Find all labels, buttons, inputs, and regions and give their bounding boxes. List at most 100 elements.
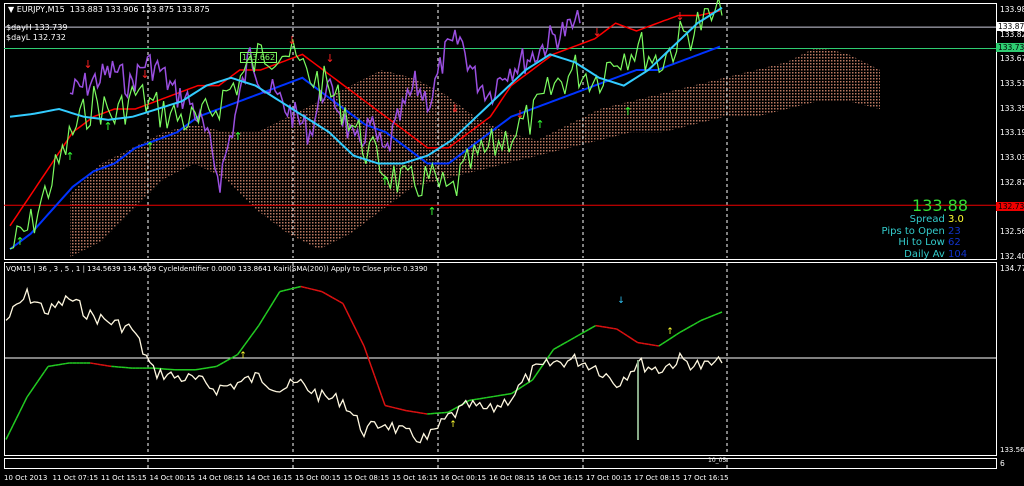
signal-segment	[500, 393, 505, 397]
signal-segment	[219, 361, 224, 366]
buy-arrow-icon: ↑	[65, 150, 74, 163]
signal-segment	[493, 395, 498, 398]
signal-segment	[209, 366, 214, 369]
signal-segment	[272, 296, 277, 304]
hilo-label: Hi to Low	[898, 237, 945, 248]
signal-segment	[511, 390, 516, 395]
signal-segment	[504, 393, 509, 396]
price-axis-label: 133.350	[1000, 103, 1024, 113]
signal-segment	[577, 332, 582, 337]
signal-segment	[15, 410, 21, 419]
signal-segment	[423, 412, 428, 415]
signal-segment	[714, 312, 719, 316]
signal-segment	[65, 362, 70, 365]
time-axis-label: 17 Oct 16:15	[683, 474, 729, 482]
signal-segment	[265, 308, 270, 315]
signal-segment	[279, 290, 284, 293]
signal-segment	[476, 397, 480, 401]
signal-segment	[300, 285, 305, 289]
signal-segment	[490, 395, 494, 398]
signal-segment	[366, 355, 372, 367]
time-axis-label: 10 Oct 2013	[4, 474, 48, 482]
signal-segment	[244, 339, 249, 346]
signal-segment	[588, 326, 593, 331]
symbol: EURJPY,M15	[16, 5, 65, 14]
signal-segment	[602, 325, 607, 329]
signal-segment	[560, 342, 565, 347]
signal-segment	[479, 397, 484, 400]
signal-segment	[307, 287, 312, 290]
signal-segment	[683, 327, 688, 332]
signal-segment	[328, 294, 333, 299]
signal-segment	[5, 432, 11, 440]
signal-segment	[556, 344, 561, 349]
pips-value: 23	[948, 226, 961, 237]
sell-arrow-icon: ↓	[83, 58, 92, 71]
signal-segment	[595, 324, 600, 327]
mini-pane-label: 10_05	[708, 457, 727, 464]
time-axis-label: 16 Oct 08:15	[489, 474, 535, 482]
signal-segment	[531, 374, 537, 381]
signal-segment	[283, 289, 287, 292]
signal-segment	[33, 381, 39, 388]
signal-segment	[697, 319, 702, 324]
signal-segment	[363, 345, 369, 357]
signal-segment	[342, 303, 348, 311]
signal-segment	[472, 398, 477, 401]
signal-segment	[22, 396, 28, 405]
signal-segment	[55, 363, 59, 367]
signal-segment	[690, 323, 695, 328]
signal-segment	[19, 403, 25, 412]
signal-segment	[335, 298, 340, 303]
signal-segment	[570, 336, 575, 341]
signal-segment	[202, 367, 207, 370]
signal-segment	[100, 363, 105, 367]
time-axis-label: 17 Oct 08:15	[634, 474, 681, 482]
time-axis-label: 17 Oct 00:15	[586, 474, 632, 482]
cycle-up-arrow-icon: ↑	[449, 420, 457, 430]
cycle-up-arrow-icon: ↑	[239, 351, 247, 361]
signal-segment	[8, 425, 14, 433]
time-axis-label: 15 Oct 08:15	[343, 474, 390, 482]
price-axis-label: 132.875	[1000, 177, 1024, 187]
signal-segment	[567, 338, 572, 343]
signal-segment	[311, 288, 316, 291]
buy-arrow-icon: ↑	[380, 175, 389, 188]
signal-segment	[451, 407, 456, 411]
day-low-label: $dayL 132.732	[6, 33, 66, 42]
signal-segment	[261, 313, 267, 321]
time-axis-label: 11 Oct 15:15	[101, 474, 147, 482]
spread-value: 3.0	[948, 214, 964, 225]
signal-segment	[388, 405, 393, 408]
signal-segment	[563, 340, 568, 345]
signal-segment	[584, 328, 589, 333]
time-axis-label: 15 Oct 00:15	[295, 474, 341, 482]
pips-label: Pips to Open	[881, 226, 945, 237]
signal-segment	[216, 363, 221, 368]
daily-label: Daily Av	[904, 249, 945, 260]
sell-arrow-icon: ↓	[450, 102, 459, 115]
signal-segment	[359, 338, 365, 347]
red-level-tag: 132.732	[996, 202, 1024, 211]
price-axis-label: 133.825	[1000, 29, 1024, 39]
signal-segment	[623, 332, 628, 337]
signal-segment	[409, 410, 414, 413]
signal-segment	[648, 343, 652, 346]
signal-segment	[707, 315, 712, 319]
signal-segment	[325, 292, 330, 297]
signal-segment	[352, 324, 358, 333]
symbol-header: ▼ EURJPY,M15 133.883 133.906 133.875 133…	[8, 5, 210, 14]
signal-segment	[591, 324, 597, 329]
bid-price-tag: 133.875	[996, 22, 1024, 31]
signal-segment	[606, 326, 610, 329]
signal-segment	[581, 330, 586, 335]
signal-segment	[370, 365, 376, 377]
signal-segment	[58, 363, 63, 366]
time-axis-label: 14 Oct 00:15	[149, 474, 196, 482]
signal-segment	[104, 364, 108, 367]
signal-segment	[395, 407, 400, 410]
indicator-axis-bottom: 133.5687	[1000, 446, 1024, 454]
signal-segment	[62, 362, 66, 365]
signal-segment	[198, 367, 203, 370]
signal-segment	[345, 310, 351, 318]
